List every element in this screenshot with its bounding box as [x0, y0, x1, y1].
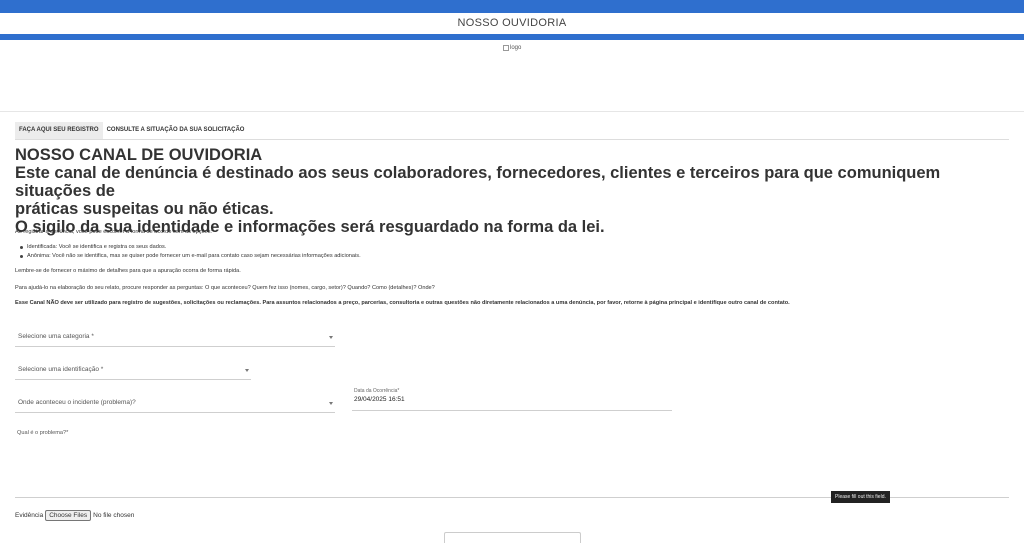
options-intro: Ao registrar a denúncia, você pode escol…	[15, 229, 213, 235]
intro-heading: NOSSO CANAL DE OUVIDORIA Este canal de d…	[15, 146, 1005, 236]
occurrence-date-field[interactable]: Data da Ocorrência* 29/04/2025 16:51	[352, 386, 672, 411]
logo: logo	[503, 45, 521, 51]
option-identified: Identificada: Você se identifica e regis…	[27, 244, 167, 250]
option-anonymous: Anônima: Você não se identifica, mas se …	[27, 253, 361, 259]
logo-alt-text: logo	[510, 45, 522, 51]
location-select[interactable]: Onde aconteceu o incidente (problema)?	[15, 390, 335, 413]
intro-line-2: práticas suspeitas ou não éticas.	[15, 200, 274, 218]
tab-register[interactable]: FAÇA AQUI SEU REGISTRO	[15, 122, 103, 139]
problem-textarea[interactable]	[15, 440, 1009, 497]
header-bar: NOSSO OUVIDORIA	[0, 13, 1024, 34]
questions-text: Para ajudá-lo na elaboração do seu relat…	[15, 285, 435, 291]
date-value: 29/04/2025 16:51	[354, 396, 405, 403]
bullet-icon	[20, 246, 23, 249]
page-header-title: NOSSO OUVIDORIA	[457, 17, 567, 29]
chevron-down-icon	[329, 336, 333, 339]
bottom-accent-bar	[0, 34, 1024, 40]
intro-line-1: Este canal de denúncia é destinado aos s…	[15, 164, 941, 200]
list-item: Anônima: Você não se identifica, mas se …	[20, 252, 361, 261]
location-placeholder: Onde aconteceu o incidente (problema)?	[18, 399, 136, 406]
tab-divider	[15, 139, 1009, 140]
validation-tooltip: Please fill out this field.	[831, 491, 890, 503]
list-item: Identificada: Você se identifica e regis…	[20, 243, 361, 252]
top-accent-bar	[0, 0, 1024, 13]
options-list: Identificada: Você se identifica e regis…	[20, 243, 361, 261]
chevron-down-icon	[329, 402, 333, 405]
reminder-text: Lembre-se de fornecer o máximo de detalh…	[15, 268, 241, 274]
evidence-upload: Evidência Choose Files No file chosen	[15, 510, 134, 521]
chevron-down-icon	[245, 369, 249, 372]
date-label: Data da Ocorrência*	[354, 388, 400, 394]
choose-files-button[interactable]: Choose Files	[45, 510, 92, 521]
file-status: No file chosen	[93, 512, 135, 519]
bullet-icon	[20, 255, 23, 258]
identification-placeholder: Selecione uma identificação *	[18, 366, 104, 373]
warning-text: Esse Canal NÃO deve ser utilizado para r…	[15, 300, 790, 306]
page-title: NOSSO CANAL DE OUVIDORIA	[15, 146, 263, 164]
evidence-label: Evidência	[15, 512, 44, 519]
tab-check-status[interactable]: CONSULTE A SITUAÇÃO DA SUA SOLICITAÇÃO	[103, 122, 249, 139]
category-placeholder: Selecione uma categoria *	[18, 333, 94, 340]
divider	[0, 111, 1024, 112]
broken-image-icon	[503, 45, 509, 51]
tab-bar: FAÇA AQUI SEU REGISTRO CONSULTE A SITUAÇ…	[15, 122, 248, 139]
identification-select[interactable]: Selecione uma identificação *	[15, 357, 251, 380]
category-select[interactable]: Selecione uma categoria *	[15, 324, 335, 347]
problem-label: Qual é o problema?*	[17, 430, 69, 436]
